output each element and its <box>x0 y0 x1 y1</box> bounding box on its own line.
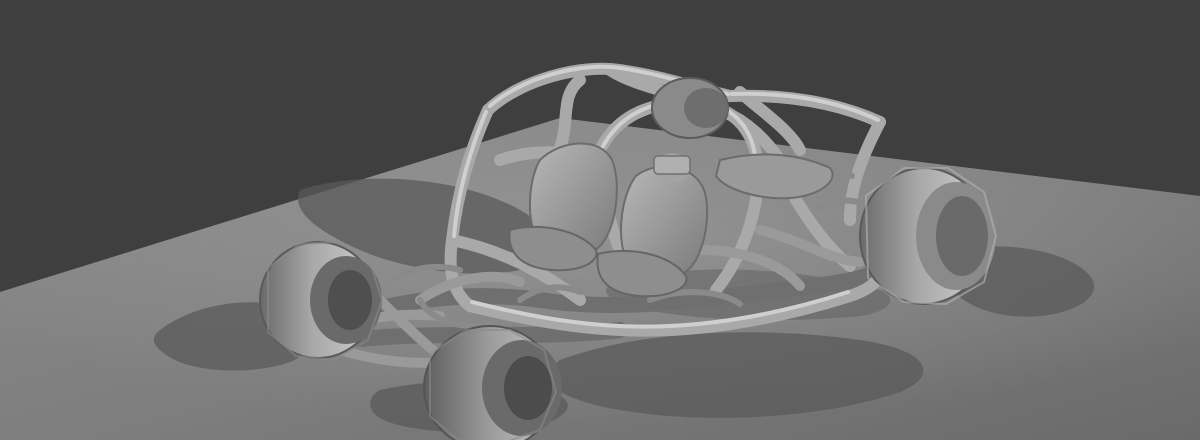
render-canvas <box>0 62 1200 440</box>
rear-right-wheel <box>651 77 729 139</box>
render-viewport <box>0 0 1200 440</box>
